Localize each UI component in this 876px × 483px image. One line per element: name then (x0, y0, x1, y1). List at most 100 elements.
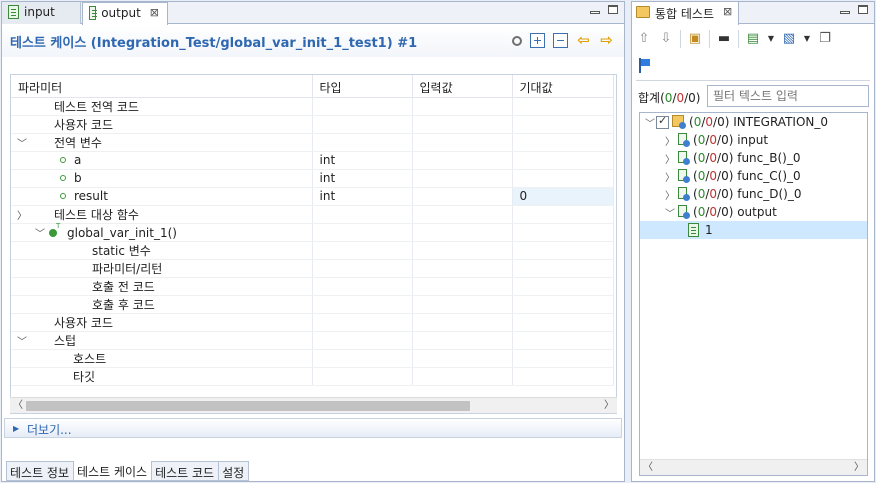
table-row[interactable]: 사용자 코드 (11, 313, 614, 332)
table-row[interactable]: 〉 테스트 대상 함수 (11, 205, 614, 224)
copy-icon[interactable]: ❐ (817, 31, 833, 47)
input-cell[interactable] (412, 349, 513, 368)
scroll-right-icon[interactable]: 〉 (851, 460, 867, 475)
column-header-parameter[interactable]: 파라미터 (11, 75, 313, 98)
minimize-icon[interactable] (840, 11, 850, 14)
table-row[interactable]: b int (11, 169, 614, 188)
input-cell[interactable] (412, 151, 513, 170)
tab-test-info[interactable]: 테스트 정보 (6, 461, 75, 481)
input-cell[interactable] (412, 331, 513, 350)
tree-node-output[interactable]: ﹀ (0/0/0) output (640, 203, 867, 221)
flag-icon[interactable] (638, 58, 650, 73)
expand-all-icon[interactable] (530, 33, 545, 48)
type-cell[interactable] (312, 277, 413, 296)
arrow-right-icon[interactable]: ⇨ (599, 33, 614, 48)
table-row[interactable]: 호출 전 코드 (11, 277, 614, 296)
new-testcase-icon[interactable]: ▤ (745, 31, 761, 47)
tree-node-input[interactable]: 〉 (0/0/0) input (640, 131, 867, 149)
scroll-left-icon[interactable]: 〈 (10, 398, 26, 414)
scrollbar-thumb[interactable] (26, 401, 470, 411)
column-header-type[interactable]: 타입 (312, 75, 413, 98)
chevron-down-icon[interactable]: ﹀ (644, 115, 656, 130)
expand-triangle-icon[interactable]: ▶ (13, 424, 19, 433)
chevron-right-icon[interactable]: 〉 (664, 187, 676, 202)
input-cell[interactable] (412, 295, 513, 314)
input-cell[interactable] (412, 187, 513, 206)
chevron-right-icon[interactable]: 〉 (664, 133, 676, 148)
table-row[interactable]: result int 0 (11, 187, 614, 206)
type-cell[interactable] (312, 205, 413, 224)
tab-output[interactable]: output ⊠ (82, 2, 168, 25)
type-cell[interactable] (312, 97, 413, 116)
type-cell[interactable] (312, 331, 413, 350)
input-cell[interactable] (412, 259, 513, 278)
monitor-icon[interactable]: ▬ (716, 31, 732, 47)
table-row[interactable]: a int (11, 151, 614, 170)
tree-node-func-d[interactable]: 〉 (0/0/0) func_D()_0 (640, 185, 867, 203)
tree-node-integration[interactable]: ﹀ (0/0/0) INTEGRATION_0 (640, 113, 867, 131)
type-cell[interactable] (312, 367, 413, 386)
close-icon[interactable]: ⊠ (723, 5, 732, 25)
chevron-right-icon[interactable]: 〉 (664, 169, 676, 184)
tree-node-func-c[interactable]: 〉 (0/0/0) func_C()_0 (640, 167, 867, 185)
expected-cell[interactable] (512, 133, 614, 152)
input-cell[interactable] (412, 223, 513, 242)
collapse-all-icon[interactable] (553, 33, 568, 48)
input-cell[interactable] (412, 277, 513, 296)
minimize-icon[interactable] (590, 11, 600, 14)
more-label[interactable]: 더보기... (27, 421, 72, 438)
dropdown-arrow-icon[interactable]: ▼ (767, 31, 775, 47)
scroll-left-icon[interactable]: 〈 (640, 460, 656, 475)
input-cell[interactable] (412, 241, 513, 260)
table-row[interactable]: 파라미터/리턴 (11, 259, 614, 278)
dropdown-arrow-icon[interactable]: ▼ (803, 31, 811, 47)
type-cell[interactable] (312, 241, 413, 260)
type-cell[interactable] (312, 313, 413, 332)
chevron-down-icon[interactable]: ﹀ (15, 333, 29, 348)
expected-cell[interactable] (512, 205, 614, 224)
input-cell[interactable] (412, 205, 513, 224)
expected-cell[interactable] (512, 241, 614, 260)
table-row[interactable]: ﹀ 전역 변수 (11, 133, 614, 152)
input-cell[interactable] (412, 97, 513, 116)
move-down-icon[interactable]: ⇩ (658, 31, 674, 47)
table-row[interactable]: ﹀ 스텁 (11, 331, 614, 350)
chevron-right-icon[interactable]: 〉 (15, 207, 29, 222)
expected-cell[interactable] (512, 115, 614, 134)
table-row[interactable]: 사용자 코드 (11, 115, 614, 134)
type-cell[interactable] (312, 349, 413, 368)
table-row[interactable]: static 변수 (11, 241, 614, 260)
type-cell[interactable] (312, 115, 413, 134)
chevron-right-icon[interactable]: 〉 (664, 151, 676, 166)
table-row[interactable]: 테스트 전역 코드 (11, 97, 614, 116)
input-cell[interactable] (412, 367, 513, 386)
add-folder-icon[interactable]: ▣ (687, 31, 703, 47)
search-testcase-icon[interactable]: ▧ (781, 31, 797, 47)
input-cell[interactable] (412, 313, 513, 332)
move-up-icon[interactable]: ⇧ (636, 31, 652, 47)
scroll-right-icon[interactable]: 〉 (601, 398, 617, 414)
column-header-input[interactable]: 입력값 (412, 75, 513, 98)
close-icon[interactable]: ⊠ (150, 6, 159, 19)
table-row[interactable]: 호출 후 코드 (11, 295, 614, 314)
tab-test-code[interactable]: 테스트 코드 (152, 461, 220, 481)
table-row[interactable]: 호스트 (11, 349, 614, 368)
search-icon[interactable] (512, 35, 522, 46)
more-section[interactable]: ▶ 더보기... (4, 418, 622, 438)
expected-cell[interactable] (512, 331, 614, 350)
input-cell[interactable] (412, 115, 513, 134)
tree-node-func-b[interactable]: 〉 (0/0/0) func_B()_0 (640, 149, 867, 167)
input-cell[interactable] (412, 169, 513, 188)
expected-cell[interactable] (512, 259, 614, 278)
maximize-icon[interactable] (608, 5, 618, 14)
expected-cell[interactable] (512, 313, 614, 332)
expected-cell[interactable] (512, 169, 614, 188)
type-cell[interactable] (312, 223, 413, 242)
chevron-down-icon[interactable]: ﹀ (15, 135, 29, 150)
filter-input[interactable] (707, 85, 869, 107)
input-cell[interactable] (412, 133, 513, 152)
tab-settings[interactable]: 설정 (219, 461, 250, 481)
expected-cell[interactable] (512, 151, 614, 170)
horizontal-scrollbar[interactable]: 〈 〉 (10, 397, 617, 413)
expected-cell[interactable] (512, 277, 614, 296)
